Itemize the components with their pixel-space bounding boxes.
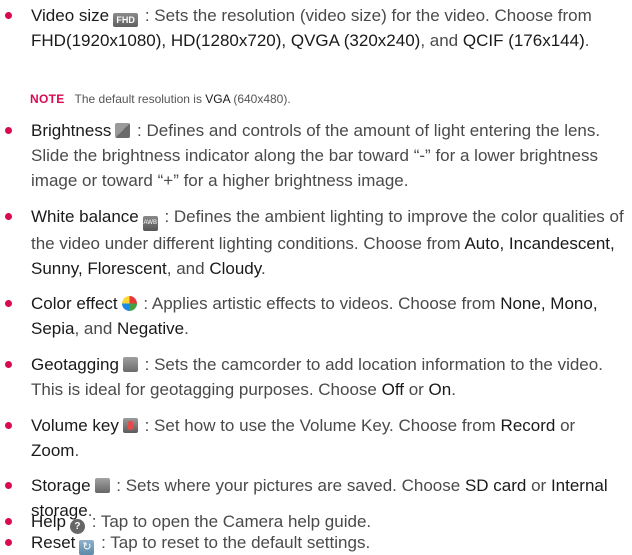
description-text: : Set how to use the Volume Key. Choose … bbox=[139, 416, 501, 435]
option-text: FHD(1920x1080), HD(1280x720), QVGA (320x… bbox=[31, 31, 421, 50]
list-item-text: Color effect : Applies artistic effects … bbox=[31, 291, 624, 341]
bullet-icon bbox=[5, 422, 12, 429]
description-text: , and bbox=[74, 319, 118, 338]
color-effect-icon bbox=[121, 296, 137, 311]
description-text: or bbox=[403, 380, 429, 399]
description-text: . bbox=[451, 380, 456, 399]
term-label: Color effect bbox=[31, 294, 118, 313]
description-text: or bbox=[555, 416, 576, 435]
bullet-icon bbox=[5, 539, 12, 546]
list-item-text: Volume key : Set how to use the Volume K… bbox=[31, 413, 624, 463]
note-label: NOTE bbox=[30, 92, 65, 106]
term-label: White balance bbox=[31, 207, 139, 226]
option-text: QCIF (176x144) bbox=[462, 31, 585, 50]
option-text: SD card bbox=[464, 476, 527, 495]
description-text: : Tap to open the Camera help guide. bbox=[86, 512, 372, 531]
list-item-text: Brightness : Defines and controls of the… bbox=[31, 118, 624, 193]
term-label: Storage bbox=[31, 476, 91, 495]
description-text: or bbox=[526, 476, 551, 495]
list-item-text: Video size FHD : Sets the resolution (vid… bbox=[31, 3, 624, 53]
list-item-text: Geotagging : Sets the camcorder to add l… bbox=[31, 352, 624, 402]
description-text: : Tap to reset to the default settings. bbox=[96, 533, 371, 552]
description-text: . bbox=[584, 31, 590, 50]
term-label: Brightness bbox=[31, 121, 112, 140]
list-item-text: Reset ↻ : Tap to reset to the default set… bbox=[31, 530, 624, 555]
note-value: VGA bbox=[205, 92, 230, 106]
term-label: Video size bbox=[31, 6, 110, 25]
option-text: Zoom bbox=[31, 441, 75, 460]
description-text: . bbox=[260, 259, 266, 278]
description-text: : Sets where your pictures are saved. Ch… bbox=[111, 476, 465, 495]
option-text: Off bbox=[381, 380, 404, 399]
note-callout: NOTE The default resolution is VGA (640x4… bbox=[30, 92, 291, 106]
bullet-icon bbox=[5, 361, 12, 368]
document-page: Video size FHD : Sets the resolution (vid… bbox=[0, 0, 632, 555]
bullet-icon bbox=[5, 127, 12, 134]
geotagging-icon bbox=[122, 357, 138, 372]
list-item-geotagging: Geotagging : Sets the camcorder to add l… bbox=[0, 352, 624, 402]
list-item-text: White balance AWB : Defines the ambient l… bbox=[31, 204, 624, 281]
description-text: . bbox=[184, 319, 189, 338]
description-text: , and bbox=[420, 31, 463, 50]
list-item-reset: Reset ↻ : Tap to reset to the default set… bbox=[0, 530, 624, 555]
list-item-brightness: Brightness : Defines and controls of the… bbox=[0, 118, 624, 193]
term-label: Help bbox=[31, 512, 66, 531]
description-text: . bbox=[74, 441, 80, 460]
bullet-icon bbox=[5, 482, 12, 489]
storage-icon bbox=[94, 478, 110, 493]
list-item-volume-key: Volume key : Set how to use the Volume K… bbox=[0, 413, 624, 463]
option-text: On bbox=[428, 380, 452, 399]
description-text: , and bbox=[166, 259, 210, 278]
reset-icon: ↻ bbox=[79, 540, 95, 555]
term-label: Reset bbox=[31, 533, 76, 552]
bullet-icon bbox=[5, 12, 12, 19]
description-text: : Sets the resolution (video size) for t… bbox=[140, 6, 592, 25]
list-item-color-effect: Color effect : Applies artistic effects … bbox=[0, 291, 624, 341]
fhd-icon: FHD bbox=[113, 13, 139, 27]
option-text: Cloudy bbox=[209, 259, 261, 278]
volume-key-icon bbox=[122, 418, 138, 433]
bullet-icon bbox=[5, 300, 12, 307]
note-text: The default resolution is bbox=[74, 92, 206, 106]
white-balance-icon: AWB bbox=[142, 216, 158, 231]
term-label: Volume key bbox=[31, 416, 119, 435]
brightness-icon bbox=[115, 123, 131, 138]
description-text: : Applies artistic effects to videos. Ch… bbox=[138, 294, 501, 313]
note-text: (640x480). bbox=[229, 92, 291, 106]
option-text: Negative bbox=[117, 319, 185, 338]
term-label: Geotagging bbox=[31, 355, 119, 374]
list-item-video-size: Video size FHD : Sets the resolution (vid… bbox=[0, 3, 624, 53]
list-item-white-balance: White balance AWB : Defines the ambient l… bbox=[0, 204, 624, 281]
bullet-icon bbox=[5, 213, 12, 220]
bullet-icon bbox=[5, 518, 12, 525]
option-text: Record bbox=[500, 416, 556, 435]
